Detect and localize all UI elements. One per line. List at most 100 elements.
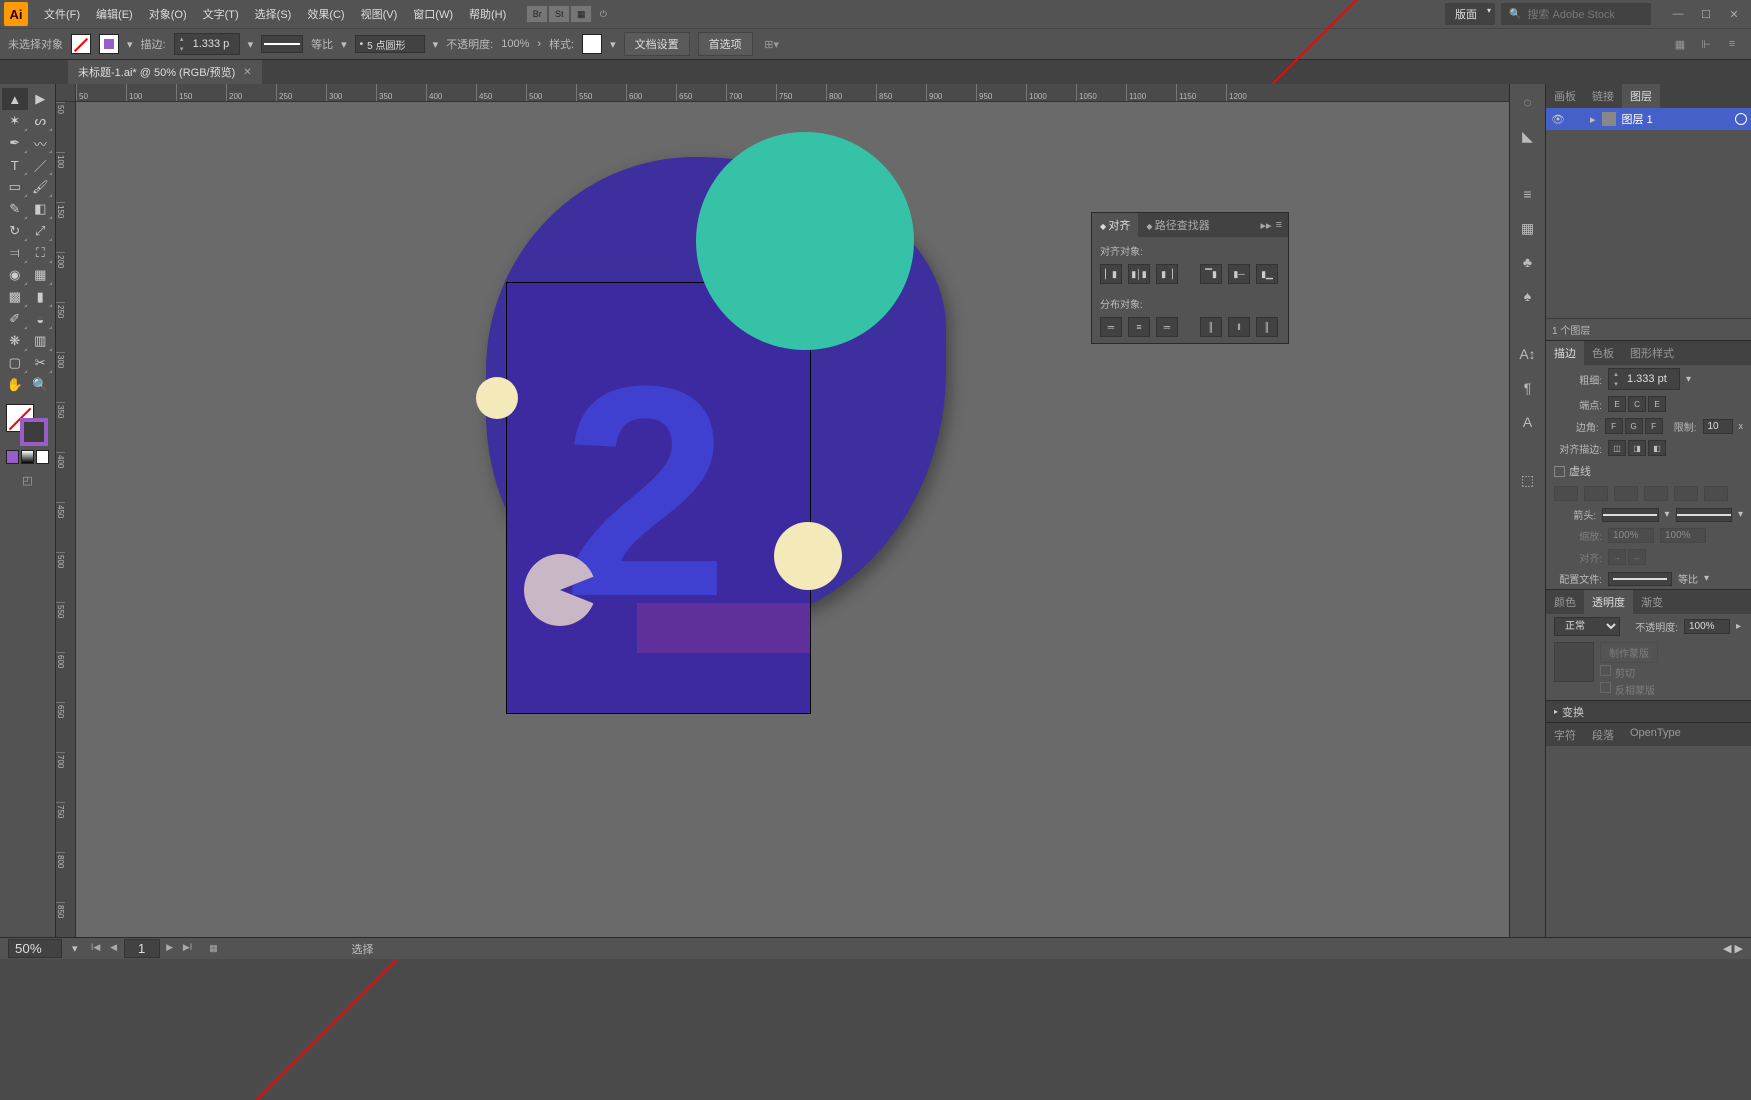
dock-asset-icon[interactable]: ♠ (1518, 286, 1538, 306)
last-artboard-icon[interactable]: ▶I (180, 939, 196, 955)
zoom-tool[interactable]: 🔍 (28, 374, 54, 396)
doc-setup-button[interactable]: 文档设置 (624, 32, 690, 56)
width-tool[interactable]: ⫤ (2, 242, 28, 264)
artboard-number-input[interactable] (124, 939, 160, 958)
ruler-horizontal[interactable]: 5010015020025030035040045050055060065070… (76, 84, 1509, 102)
ruler-vertical[interactable]: 5010015020025030035040045050055060065070… (56, 102, 76, 937)
pen-tool[interactable]: ✒ (2, 132, 28, 154)
rectangle-tool[interactable]: ▭ (2, 176, 28, 198)
gradient-tool[interactable]: ▮ (28, 286, 54, 308)
corner-miter-icon[interactable]: F (1605, 418, 1623, 434)
layer-row[interactable]: 👁 ▸ 图层 1 (1546, 108, 1751, 130)
arrange-docs-icon[interactable]: ▦ (570, 5, 592, 23)
align-vcenter-icon[interactable]: ▮─ (1228, 264, 1250, 284)
visibility-icon[interactable]: 👁 (1550, 111, 1566, 127)
workspace-switcher[interactable]: 版面 (1445, 3, 1495, 25)
blend-mode-select[interactable]: 正常 (1554, 617, 1620, 636)
dist-top-icon[interactable]: ═ (1100, 317, 1122, 337)
panel-collapse-icon[interactable]: ▸▸ (1261, 219, 1272, 232)
align-bottom-icon[interactable]: ▮▁ (1256, 264, 1278, 284)
cap-round-icon[interactable]: C (1628, 396, 1646, 412)
stroke-weight-input[interactable] (189, 36, 239, 52)
stroke-weight-stepper[interactable]: ▴▾ (174, 33, 240, 55)
artboard[interactable]: 2 (506, 282, 811, 714)
gpu-icon[interactable]: ⏻ (592, 5, 614, 23)
document-tab[interactable]: 未标题-1.ai* @ 50% (RGB/预览) ✕ (68, 60, 262, 84)
dashed-checkbox[interactable] (1554, 466, 1565, 477)
tab-opentype[interactable]: OpenType (1622, 723, 1689, 746)
weight-input[interactable] (1623, 371, 1679, 387)
prefs-button[interactable]: 首选项 (698, 32, 753, 56)
zoom-input[interactable] (8, 939, 62, 958)
shape-builder-tool[interactable]: ◉ (2, 264, 28, 286)
tab-links[interactable]: 链接 (1584, 84, 1622, 108)
stroke-swatch[interactable] (99, 34, 119, 54)
symbol-sprayer-tool[interactable]: ❋ (2, 330, 28, 352)
align-hcenter-icon[interactable]: ▮│▮ (1128, 264, 1150, 284)
limit-input[interactable] (1703, 419, 1733, 434)
maximize-icon[interactable]: ☐ (1693, 5, 1719, 23)
gradient-mode-swatch[interactable] (21, 450, 34, 464)
scale-input[interactable] (1608, 528, 1654, 543)
layer-name[interactable]: 图层 1 (1622, 111, 1729, 127)
align-top-icon[interactable]: ▔▮ (1200, 264, 1222, 284)
blend-tool[interactable]: ◒ (28, 308, 54, 330)
artboard-nav-icon[interactable]: ▦ (206, 941, 222, 957)
prev-artboard-icon[interactable]: ◀ (106, 939, 122, 955)
magic-wand-tool[interactable]: ✶ (2, 110, 28, 132)
dock-glyph-icon[interactable]: A (1518, 412, 1538, 432)
dock-brushes-icon[interactable]: ≡ (1518, 184, 1538, 204)
dock-color-icon[interactable]: ◌ (1518, 92, 1538, 112)
arrow-start[interactable] (1602, 508, 1658, 522)
dock-symbols-icon[interactable]: ♣ (1518, 252, 1538, 272)
none-mode-swatch[interactable] (36, 450, 49, 464)
menu-window[interactable]: 窗口(W) (405, 2, 461, 26)
stroke-indicator[interactable] (20, 418, 48, 446)
scale-tool[interactable]: ⤢ (28, 220, 54, 242)
minimize-icon[interactable]: — (1665, 5, 1691, 23)
stroke-profile-preview[interactable] (261, 35, 303, 53)
draw-modes[interactable]: ◰ (2, 474, 53, 487)
menu-file[interactable]: 文件(F) (36, 2, 88, 26)
transform-panel-header[interactable]: 变换 (1546, 700, 1751, 722)
curvature-tool[interactable]: 〰 (28, 132, 54, 154)
eyedropper-tool[interactable]: ✐ (2, 308, 28, 330)
menu-object[interactable]: 对象(O) (141, 2, 195, 26)
stroke-weight-stepper-panel[interactable]: ▴▾ (1608, 368, 1680, 390)
shaper-tool[interactable]: ✎ (2, 198, 28, 220)
mesh-tool[interactable]: ▩ (2, 286, 28, 308)
ctrl-icon-3[interactable]: ≡ (1721, 33, 1743, 55)
dist-hcenter-icon[interactable]: ‖ (1228, 317, 1250, 337)
cap-square-icon[interactable]: E (1648, 396, 1666, 412)
selection-tool[interactable]: ▲ (2, 88, 28, 110)
dash-input[interactable] (1554, 486, 1578, 501)
arrow-end[interactable] (1676, 508, 1732, 522)
first-artboard-icon[interactable]: I◀ (88, 939, 104, 955)
paintbrush-tool[interactable]: 🖌 (28, 176, 54, 198)
tab-paragraph[interactable]: 段落 (1584, 723, 1622, 746)
hand-tool[interactable]: ✋ (2, 374, 28, 396)
fill-stroke-widget[interactable] (6, 404, 48, 446)
align-stroke-outside-icon[interactable]: ◧ (1648, 440, 1666, 456)
ctrl-icon-1[interactable]: ▦ (1669, 33, 1691, 55)
color-mode-swatch[interactable] (6, 450, 19, 464)
panel-menu-icon[interactable]: ≡ (1276, 219, 1282, 232)
menu-view[interactable]: 视图(V) (353, 2, 406, 26)
opacity-value[interactable]: 100% (501, 38, 529, 50)
rotate-tool[interactable]: ↻ (2, 220, 28, 242)
ctrl-icon-2[interactable]: ⊩ (1695, 33, 1717, 55)
bridge-icon[interactable]: Br (526, 5, 548, 23)
tab-stroke[interactable]: 描边 (1546, 341, 1584, 365)
invert-check[interactable]: 反相蒙版 (1615, 682, 1655, 697)
tab-gradient[interactable]: 渐变 (1633, 590, 1671, 614)
align-stroke-center-icon[interactable]: ◫ (1608, 440, 1626, 456)
close-icon[interactable]: ✕ (1721, 5, 1747, 23)
lasso-tool[interactable]: ᔕ (28, 110, 54, 132)
layer-target-icon[interactable] (1735, 113, 1747, 125)
align-right-icon[interactable]: ▮▕ (1156, 264, 1178, 284)
ruler-origin[interactable] (56, 84, 76, 102)
type-tool[interactable]: T (2, 154, 28, 176)
menu-type[interactable]: 文字(T) (195, 2, 247, 26)
menu-edit[interactable]: 编辑(E) (88, 2, 141, 26)
menu-select[interactable]: 选择(S) (247, 2, 300, 26)
